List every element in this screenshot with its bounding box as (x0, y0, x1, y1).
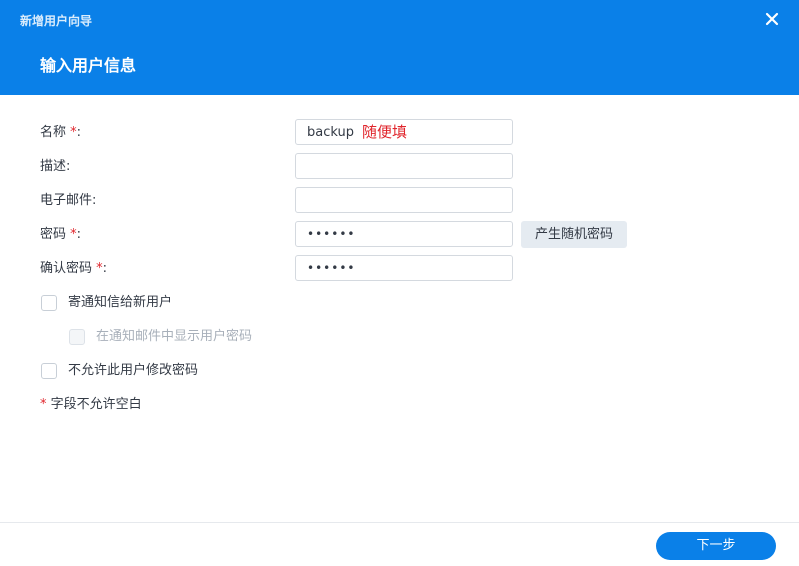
footer-divider (0, 522, 799, 523)
confirm-password-mask: •••••• (307, 261, 356, 275)
label-colon: : (102, 261, 108, 276)
note-text: 字段不允许空白 (50, 397, 142, 412)
next-button[interactable]: 下一步 (656, 532, 776, 560)
description-label: 描述: (40, 159, 71, 174)
note-required-mark: * (40, 397, 47, 412)
confirm-password-input[interactable]: •••••• (295, 255, 513, 281)
password-input[interactable]: •••••• (295, 221, 513, 247)
step-title: 输入用户信息 (40, 56, 137, 75)
close-icon (765, 12, 779, 26)
name-input[interactable]: backup 随便填 (295, 119, 513, 145)
name-label: 名称 *: (40, 125, 81, 141)
label-colon: : (76, 125, 82, 140)
send-notification-label: 寄通知信给新用户 (68, 295, 173, 310)
send-notification-checkbox[interactable] (41, 295, 57, 311)
password-label: 密码 *: (40, 227, 81, 243)
disallow-password-change-checkbox[interactable] (41, 363, 57, 379)
password-label-text: 密码 (40, 227, 67, 242)
name-hint-annotation: 随便填 (362, 123, 408, 141)
name-input-value: backup (307, 125, 354, 140)
show-password-in-email-label: 在通知邮件中显示用户密码 (96, 329, 253, 344)
dialog-header: 新增用户向导 输入用户信息 (0, 0, 799, 95)
label-colon: : (76, 227, 82, 242)
show-password-in-email-checkbox (69, 329, 85, 345)
confirm-password-label: 确认密码 *: (40, 261, 107, 277)
window-title: 新增用户向导 (20, 14, 93, 28)
email-input[interactable] (295, 187, 513, 213)
close-button[interactable] (763, 10, 781, 28)
name-label-text: 名称 (40, 125, 67, 140)
disallow-password-change-label: 不允许此用户修改密码 (68, 363, 199, 378)
description-input[interactable] (295, 153, 513, 179)
email-label: 电子邮件: (40, 193, 97, 208)
generate-password-button[interactable]: 产生随机密码 (521, 221, 627, 248)
confirm-password-label-text: 确认密码 (40, 261, 93, 276)
required-field-note: * 字段不允许空白 (40, 397, 142, 413)
password-mask: •••••• (307, 227, 356, 241)
